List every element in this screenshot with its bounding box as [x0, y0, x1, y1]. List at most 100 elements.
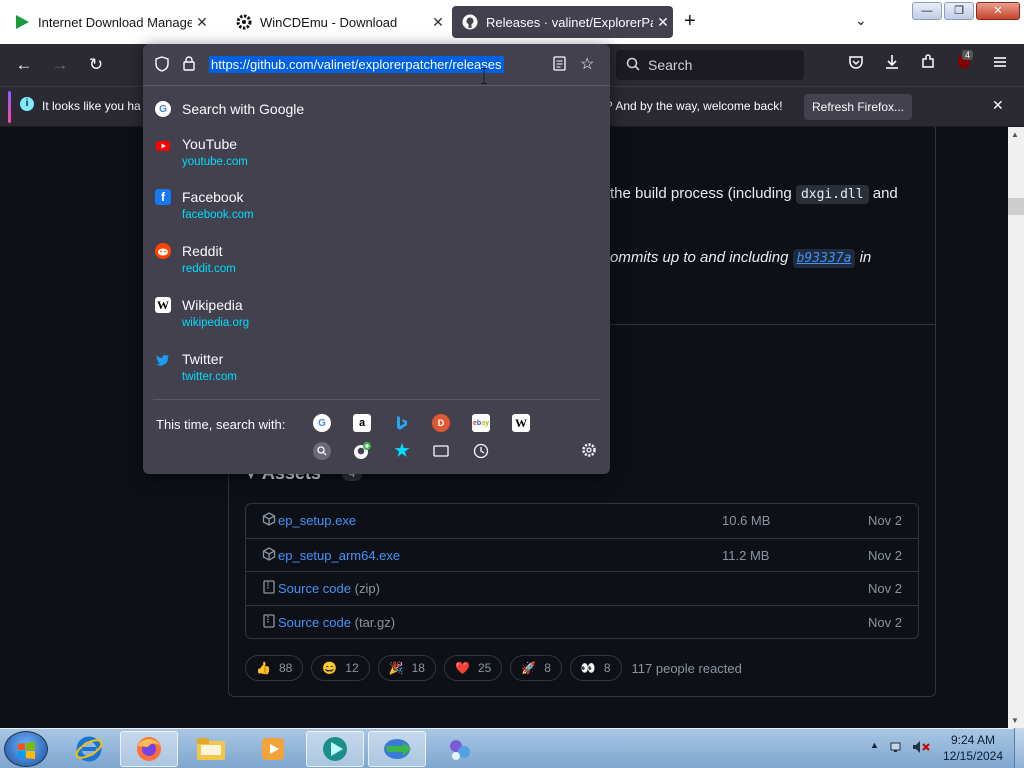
reactions-bar: 👍 88 😄 12 🎉 18 ❤️ 25 🚀 8 👀 8 117 people reacte…: [245, 655, 742, 681]
refresh-firefox-button[interactable]: Refresh Firefox...: [804, 94, 912, 120]
tab-wincdemu[interactable]: WinCDEmu - Download ✕: [226, 6, 448, 38]
tab-title: Releases · valinet/ExplorerPatch...: [486, 14, 653, 30]
urlbar[interactable]: https://github.com/valinet/explorerpatch…: [143, 44, 610, 86]
asset-size: 10.6 MB: [722, 513, 771, 528]
tab-close-button[interactable]: ✕: [192, 14, 212, 31]
wikipedia-icon: W: [155, 297, 171, 313]
scroll-up-arrow[interactable]: ▲: [1011, 130, 1019, 139]
downloads-icon[interactable]: [880, 54, 904, 76]
close-icon[interactable]: ✕: [992, 97, 1004, 114]
start-button[interactable]: [4, 731, 48, 767]
gear-icon: [236, 14, 252, 30]
suggestion-reddit[interactable]: Reddit reddit.com: [143, 243, 610, 283]
asset-link[interactable]: Source code (tar.gz): [278, 615, 395, 630]
suggestion-youtube[interactable]: YouTube youtube.com: [143, 136, 610, 176]
reddit-icon: [155, 243, 171, 259]
tab-github-releases[interactable]: Releases · valinet/ExplorerPatch... ✕: [452, 6, 673, 38]
back-button[interactable]: ←: [12, 54, 36, 76]
suggestion-search-google[interactable]: G Search with Google: [143, 100, 610, 122]
reaction-count: 18: [411, 661, 425, 675]
suggestion-wikipedia[interactable]: W Wikipedia wikipedia.org: [143, 297, 610, 337]
github-add-icon[interactable]: [353, 442, 371, 460]
show-desktop-button[interactable]: [1014, 728, 1024, 768]
reaction-count: 88: [278, 661, 293, 675]
asset-link[interactable]: ep_setup_arm64.exe: [278, 548, 400, 563]
list-all-tabs-button[interactable]: ⌄: [855, 12, 867, 29]
tab-strip: Internet Download Manager is ... ✕ WinCD…: [0, 0, 1024, 44]
suggestion-url: facebook.com: [182, 209, 254, 221]
bookmark-star-icon[interactable]: ☆: [580, 54, 594, 74]
reaction-eyes[interactable]: 👀 8: [569, 655, 622, 681]
reaction-heart[interactable]: ❤️ 25: [443, 655, 503, 681]
reaction-laugh[interactable]: 😄 12: [311, 655, 370, 681]
tab-idm[interactable]: Internet Download Manager is ... ✕: [4, 6, 212, 38]
maximize-button[interactable]: ❐: [944, 2, 974, 20]
google-icon[interactable]: G: [313, 414, 331, 432]
suggestion-url: twitter.com: [182, 371, 237, 383]
reader-view-icon[interactable]: [553, 56, 566, 74]
pocket-icon[interactable]: [844, 54, 868, 76]
suggestion-facebook[interactable]: f Facebook facebook.com: [143, 189, 610, 229]
search-bar[interactable]: Search: [616, 50, 804, 80]
asset-date: Nov 2: [868, 547, 902, 563]
reaction-thumbsup[interactable]: 👍 88: [245, 655, 304, 681]
close-window-button[interactable]: ✕: [976, 2, 1020, 20]
tabs-icon[interactable]: [432, 442, 450, 460]
media-player-icon[interactable]: [244, 731, 302, 767]
scroll-down-arrow[interactable]: ▼: [1011, 716, 1019, 725]
idm-icon[interactable]: [368, 731, 426, 767]
wikipedia-icon[interactable]: W: [512, 414, 530, 432]
github-icon: [462, 14, 478, 30]
tab-close-button[interactable]: ✕: [428, 14, 448, 31]
scrollbar-thumb[interactable]: [1008, 198, 1024, 215]
urlbar-dropdown: https://github.com/valinet/explorerpatch…: [143, 44, 610, 474]
tab-close-button[interactable]: ✕: [653, 14, 673, 31]
page-scrollbar[interactable]: [1008, 127, 1024, 728]
commit-link[interactable]: b93337a: [792, 249, 856, 268]
volume-muted-icon[interactable]: [912, 740, 930, 759]
twitter-icon: [155, 352, 171, 368]
extensions-icon[interactable]: [916, 54, 940, 76]
suggestion-title: YouTube: [182, 136, 238, 152]
new-tab-button[interactable]: +: [684, 10, 696, 33]
release-notes-line: ommits up to and including b93337a in: [610, 249, 871, 268]
suggestion-title: Facebook: [182, 189, 244, 205]
bing-icon[interactable]: [393, 414, 411, 432]
suggestion-twitter[interactable]: Twitter twitter.com: [143, 351, 610, 391]
bookmarks-star-icon[interactable]: ★: [393, 441, 411, 460]
url-input[interactable]: https://github.com/valinet/explorerpatch…: [209, 56, 504, 73]
reaction-count: 8: [603, 661, 611, 675]
firefox-icon[interactable]: [120, 731, 178, 767]
ebay-icon[interactable]: ebay: [472, 414, 490, 432]
reaction-hooray[interactable]: 🎉 18: [377, 655, 436, 681]
minimize-button[interactable]: —: [912, 2, 942, 20]
tab-title: Internet Download Manager is ...: [38, 14, 192, 30]
duckduckgo-icon[interactable]: D: [432, 414, 450, 432]
tracking-protection-shield-icon[interactable]: [155, 56, 169, 75]
amazon-icon[interactable]: a: [353, 414, 371, 432]
menu-icon[interactable]: [988, 54, 1012, 76]
explorer-folder-icon[interactable]: [182, 731, 240, 767]
idm-play-icon: [14, 14, 30, 30]
forward-button[interactable]: →: [48, 54, 72, 76]
app-icon[interactable]: [430, 731, 488, 767]
asset-link[interactable]: ep_setup.exe: [278, 513, 356, 528]
heart-icon: ❤️: [454, 661, 470, 675]
search-settings-gear-icon[interactable]: [581, 442, 597, 463]
asset-link[interactable]: Source code (zip): [278, 581, 380, 596]
reaction-rocket[interactable]: 🚀 8: [510, 655, 562, 681]
reload-button[interactable]: ↻: [84, 54, 108, 76]
reaction-count: 12: [345, 661, 359, 675]
show-hidden-icons-button[interactable]: ▲: [870, 740, 879, 750]
search-icon[interactable]: [313, 442, 331, 460]
wincdemu-icon[interactable]: [306, 731, 364, 767]
file-zip-icon: [262, 613, 276, 628]
lock-icon[interactable]: [183, 56, 195, 74]
internet-explorer-icon[interactable]: [60, 731, 118, 767]
network-icon[interactable]: [890, 740, 906, 759]
taskbar-clock[interactable]: 9:24 AM 12/15/2024: [935, 732, 1011, 764]
notification-text-tail: ? And by the way, welcome back!: [606, 99, 783, 113]
asset-date: Nov 2: [868, 513, 902, 528]
history-icon[interactable]: [472, 442, 490, 460]
suggestion-title: Search with Google: [182, 101, 305, 117]
